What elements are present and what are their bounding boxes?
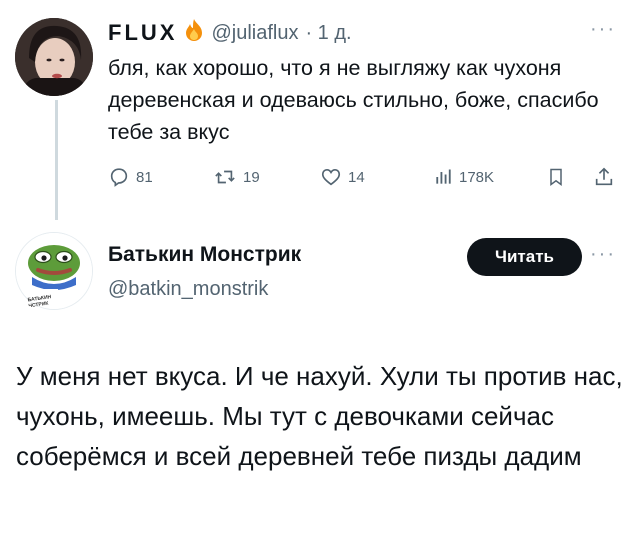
like-button[interactable]: 14 xyxy=(320,160,365,194)
tweet-header: FLUX @juliaflux · 1 д. xyxy=(108,18,352,48)
reply-icon xyxy=(110,168,128,187)
thread-connector-line xyxy=(55,100,58,220)
heart-icon xyxy=(321,169,341,186)
retweet-count: 19 xyxy=(243,168,260,186)
more-options-icon[interactable]: ··· xyxy=(590,18,616,41)
bookmark-button[interactable] xyxy=(546,160,566,194)
author-name[interactable]: FLUX xyxy=(108,20,177,46)
fire-icon xyxy=(184,18,204,48)
like-count: 14 xyxy=(348,168,365,186)
share-icon xyxy=(595,167,613,186)
share-button[interactable] xyxy=(593,160,615,194)
bookmark-icon xyxy=(550,168,562,186)
reply-button[interactable]: 81 xyxy=(108,160,153,194)
author-avatar-flux[interactable] xyxy=(15,18,93,96)
views-bar-chart-icon xyxy=(436,169,451,184)
more-options-icon[interactable]: ··· xyxy=(590,243,616,266)
retweet-icon xyxy=(215,170,235,184)
reply-count: 81 xyxy=(136,168,153,186)
tweet-text: бля, как хорошо, что я не выгляжу как чу… xyxy=(108,56,599,144)
views-count: 178K xyxy=(459,168,495,186)
author-handle[interactable]: @juliaflux xyxy=(211,22,298,45)
tweet-actions-bar: 81 19 14 178K xyxy=(108,160,618,194)
retweet-button[interactable]: 19 xyxy=(213,160,260,194)
follow-button[interactable]: Читать xyxy=(467,238,582,276)
views-button[interactable]: 178K xyxy=(433,160,494,194)
tweet-text: У меня нет вкуса. И че нахуй. Хули ты пр… xyxy=(16,361,623,471)
tweet-time[interactable]: · 1 д. xyxy=(305,22,351,45)
author-handle[interactable]: @batkin_monstrik xyxy=(108,278,268,301)
author-name[interactable]: Батькин Монстрик xyxy=(108,243,301,267)
avatar-photo xyxy=(15,18,93,96)
